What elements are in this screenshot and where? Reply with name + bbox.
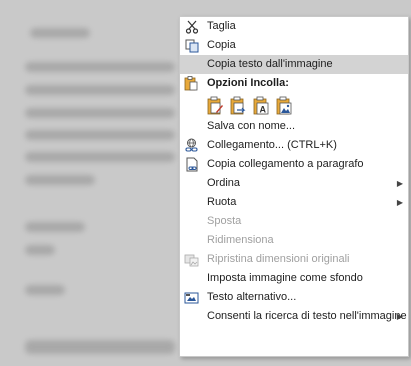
menu-item-cut[interactable]: Taglia <box>180 17 408 36</box>
submenu-arrow-icon: ▶ <box>396 198 403 207</box>
menu-item-label: Collegamento... (CTRL+K) <box>207 139 337 151</box>
menu-item-label: Copia collegamento a paragrafo <box>207 158 364 170</box>
paste-keep-formatting-icon[interactable] <box>207 96 224 115</box>
menu-item-copy-text-from-image[interactable]: Copia testo dall'immagine <box>180 55 408 74</box>
menu-item-label: Ordina <box>207 177 241 189</box>
menu-item-alt-text[interactable]: Testo alternativo... <box>180 288 408 307</box>
menu-item-label: Copia <box>207 39 236 51</box>
paste-merge-formatting-icon[interactable] <box>230 96 247 115</box>
menu-item-label: Ridimensiona <box>207 234 274 246</box>
alt-text-icon <box>184 290 199 305</box>
menu-item-label: Imposta immagine come sfondo <box>207 272 363 284</box>
menu-item-allow-text-search[interactable]: Consenti la ricerca di testo nell'immagi… <box>180 307 408 326</box>
menu-item-save-as[interactable]: Salva con nome... <box>180 117 408 136</box>
copy-icon <box>184 38 199 53</box>
menu-item-label: Ruota <box>207 196 237 208</box>
menu-item-label: Consenti la ricerca di testo nell'immagi… <box>207 310 407 322</box>
menu-item-order[interactable]: Ordina ▶ <box>180 174 408 193</box>
reset-image-icon <box>184 252 199 267</box>
menu-item-link[interactable]: Collegamento... (CTRL+K) <box>180 136 408 155</box>
link-icon <box>184 138 199 153</box>
menu-item-copy[interactable]: Copia <box>180 36 408 55</box>
submenu-arrow-icon: ▶ <box>396 312 403 321</box>
paste-picture-icon[interactable] <box>276 96 293 115</box>
menu-item-resize: Ridimensiona <box>180 231 408 250</box>
paste-text-only-icon[interactable]: A <box>253 96 270 115</box>
menu-item-label: Copia testo dall'immagine <box>207 58 333 70</box>
menu-item-label: Taglia <box>207 20 236 32</box>
menu-item-set-as-background[interactable]: Imposta immagine come sfondo <box>180 269 408 288</box>
context-menu: Taglia Copia Copia testo dall'immagine O… <box>179 16 409 357</box>
menu-item-label: Ripristina dimensioni originali <box>207 253 350 265</box>
menu-item-label: Testo alternativo... <box>207 291 297 303</box>
submenu-arrow-icon: ▶ <box>396 179 403 188</box>
paste-text-only-glyph: A <box>260 104 267 114</box>
paste-options-header: Opzioni Incolla: <box>180 74 408 93</box>
menu-item-rotate[interactable]: Ruota ▶ <box>180 193 408 212</box>
menu-item-label: Salva con nome... <box>207 120 296 132</box>
paste-options-label: Opzioni Incolla: <box>207 77 289 89</box>
menu-item-label: Sposta <box>207 215 242 227</box>
scissors-icon <box>184 19 199 34</box>
paste-icon <box>184 76 199 91</box>
copy-link-icon <box>184 157 199 172</box>
menu-item-copy-paragraph-link[interactable]: Copia collegamento a paragrafo <box>180 155 408 174</box>
paste-options-row: A <box>180 93 408 117</box>
menu-item-move: Sposta <box>180 212 408 231</box>
menu-item-reset-size: Ripristina dimensioni originali <box>180 250 408 269</box>
